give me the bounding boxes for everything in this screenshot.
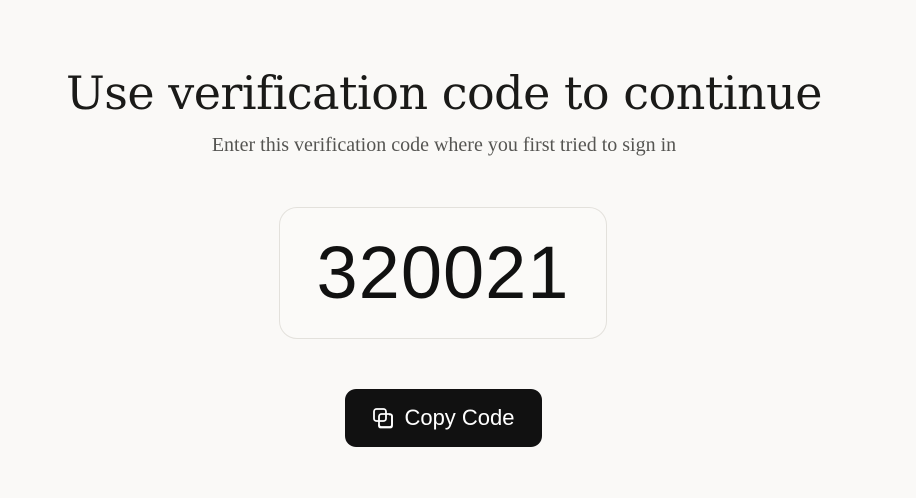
- copy-icon: [372, 407, 394, 429]
- verification-page: Use verification code to continue Enter …: [0, 0, 916, 498]
- copy-code-label: Copy Code: [404, 405, 515, 430]
- verification-code: 320021: [316, 231, 570, 314]
- verification-code-box: 320021: [279, 207, 607, 339]
- page-title: Use verification code to continue: [66, 66, 823, 120]
- page-subtitle: Enter this verification code where you f…: [211, 134, 677, 156]
- copy-code-button[interactable]: Copy Code: [345, 389, 542, 447]
